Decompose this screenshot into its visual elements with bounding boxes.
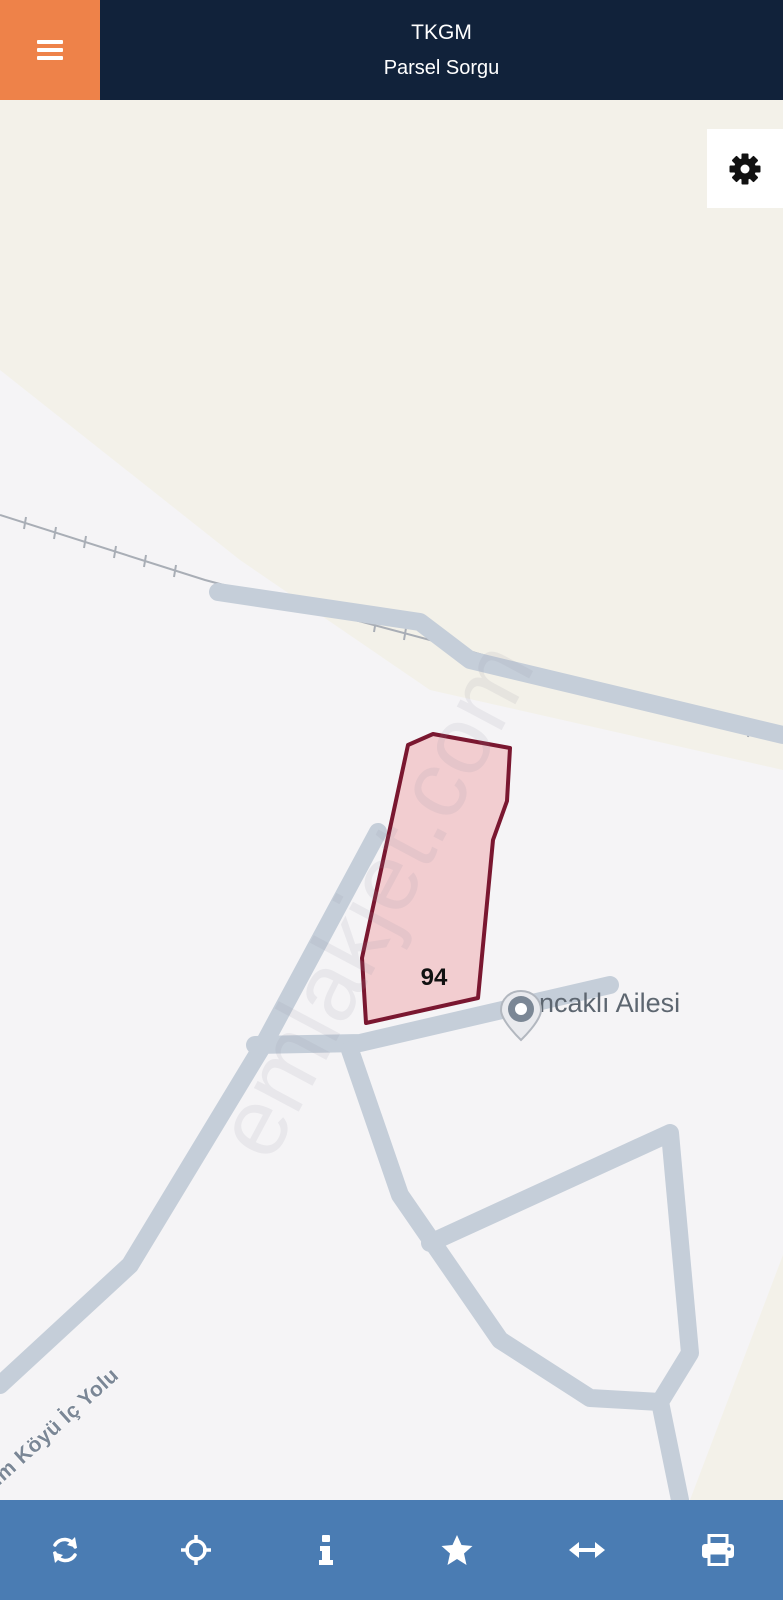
- measure-button[interactable]: [557, 1520, 617, 1580]
- crosshair-icon: [180, 1535, 211, 1565]
- header-titles: TKGM Parsel Sorgu: [100, 0, 783, 100]
- locate-button[interactable]: [166, 1520, 226, 1580]
- star-icon: [441, 1535, 473, 1565]
- poi-marker[interactable]: Sancaklı Ailesi: [498, 988, 680, 1042]
- horizontal-arrows-icon: [569, 1542, 606, 1558]
- refresh-icon: [53, 1537, 78, 1563]
- app-title: TKGM: [411, 20, 472, 44]
- printer-icon: [701, 1534, 734, 1566]
- favorite-button[interactable]: [427, 1520, 487, 1580]
- info-icon: [319, 1535, 334, 1565]
- app-subtitle: Parsel Sorgu: [383, 56, 500, 79]
- bottom-toolbar: [0, 1500, 783, 1600]
- menu-button[interactable]: [0, 0, 100, 100]
- hamburger-menu-icon: [37, 40, 63, 60]
- parcel-number-label[interactable]: 94: [421, 964, 448, 992]
- app-header: TKGM Parsel Sorgu: [0, 0, 783, 100]
- gear-icon: [729, 153, 761, 184]
- map-pin-icon: [499, 989, 543, 1042]
- print-button[interactable]: [688, 1520, 748, 1580]
- map-view[interactable]: emlakjet.com 94 Sancaklı Ailesi lim Köyü…: [0, 100, 783, 1500]
- info-button[interactable]: [296, 1520, 356, 1580]
- settings-button[interactable]: [707, 129, 783, 208]
- refresh-button[interactable]: [35, 1520, 95, 1580]
